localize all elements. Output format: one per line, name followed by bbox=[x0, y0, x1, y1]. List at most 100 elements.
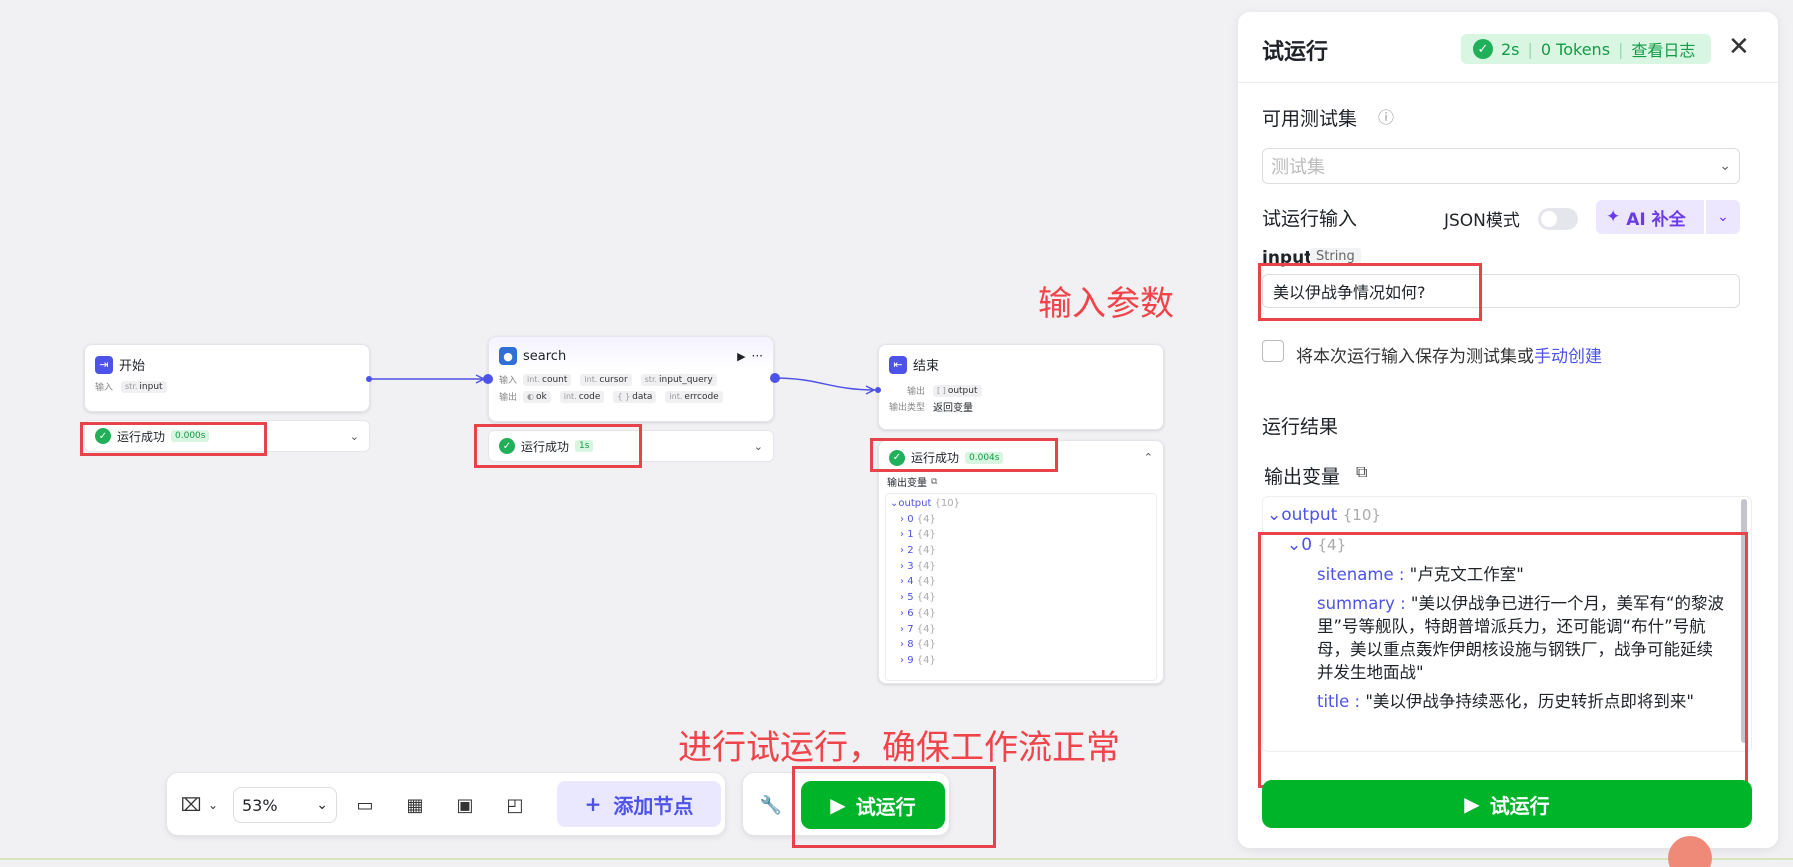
end-output-type-label: 输出类型 bbox=[889, 403, 926, 413]
start-node-title: 开始 bbox=[119, 359, 146, 374]
tree-item[interactable]: › 7 {4} bbox=[890, 622, 1152, 638]
search-input-query: str. input_query bbox=[640, 373, 717, 386]
search-node-status[interactable]: ✓ 运行成功 1s ⌄ bbox=[488, 430, 774, 462]
plus-icon: + bbox=[584, 792, 602, 816]
end-node-result[interactable]: ✓ 运行成功 0.004s ⌃ 输出变量 ⧉ ⌄output {10} › 0 … bbox=[878, 440, 1164, 684]
output-item-0-fields: sitename : "卢克文工作室" summary : "美以伊战争已进行一… bbox=[1317, 563, 1727, 713]
panel-trial-run-button[interactable]: ▶ 试运行 bbox=[1262, 780, 1752, 828]
start-node[interactable]: ⇥ 开始 输入 str. input bbox=[84, 344, 370, 412]
end-output-tree: ⌄output {10} › 0 {4} › 1 {4} › 2 {4} › 3 {4… bbox=[885, 493, 1157, 681]
zoom-select[interactable]: 53% ⌄ bbox=[233, 787, 337, 823]
image-icon[interactable]: ▣ bbox=[451, 791, 479, 819]
output-root[interactable]: ⌄output {10} bbox=[1267, 505, 1381, 525]
tree-item[interactable]: › 4 {4} bbox=[890, 574, 1152, 590]
tree-item[interactable]: › 5 {4} bbox=[890, 590, 1152, 606]
tree-item[interactable]: › 6 {4} bbox=[890, 606, 1152, 622]
chevron-down-icon[interactable]: ⌄ bbox=[754, 440, 763, 453]
copy-icon[interactable]: ⧉ bbox=[1356, 462, 1367, 482]
search-input-cursor: int. cursor bbox=[580, 373, 632, 386]
sparkle-icon: ✦ bbox=[1606, 207, 1621, 227]
testset-label: 可用测试集 bbox=[1262, 108, 1358, 130]
json-mode-toggle[interactable] bbox=[1538, 208, 1578, 230]
input-field-name: input bbox=[1262, 248, 1313, 268]
toolbar-trial-run-button[interactable]: ▶ 试运行 bbox=[801, 781, 945, 829]
chevron-down-icon[interactable]: ⌄ bbox=[1706, 200, 1740, 234]
end-node-port[interactable] bbox=[875, 387, 881, 393]
end-output-type-value: 返回变量 bbox=[933, 403, 974, 414]
start-duration-badge: 0.000s bbox=[171, 430, 210, 442]
search-node[interactable]: ● search ▶ ··· 输入 int. count int. cursor s… bbox=[488, 336, 774, 422]
start-node-port[interactable] bbox=[366, 376, 372, 382]
panel-tokens: 0 Tokens bbox=[1540, 39, 1611, 59]
start-status-text: 运行成功 bbox=[117, 429, 166, 444]
plugin-icon: ● bbox=[499, 347, 517, 365]
search-node-in-port[interactable] bbox=[483, 374, 493, 384]
tree-item[interactable]: › 9 {4} bbox=[890, 653, 1152, 669]
manual-create-link[interactable]: 手动创建 bbox=[1534, 347, 1602, 367]
output-vars-label: 输出变量 bbox=[1264, 466, 1341, 488]
scrollbar[interactable] bbox=[1741, 499, 1747, 743]
info-icon[interactable]: ⓘ bbox=[1378, 104, 1394, 128]
end-node-title: 结束 bbox=[913, 359, 940, 374]
testset-select[interactable]: 测试集 ⌄ bbox=[1262, 148, 1740, 184]
tree-root[interactable]: ⌄output {10} bbox=[890, 496, 1152, 512]
search-input-label: 输入 bbox=[499, 376, 518, 386]
search-node-out-port[interactable] bbox=[770, 373, 780, 383]
search-output-errcode: int. errcode bbox=[665, 390, 723, 403]
start-node-status[interactable]: ✓ 运行成功 0.000s ⌄ bbox=[84, 420, 370, 452]
chevron-down-icon: ⌄ bbox=[316, 797, 328, 813]
start-node-input-label: 输入 bbox=[95, 383, 114, 393]
tree-item[interactable]: › 8 {4} bbox=[890, 637, 1152, 653]
comment-icon[interactable]: ▭ bbox=[351, 791, 379, 819]
search-status-text: 运行成功 bbox=[521, 439, 570, 454]
input-field-type: String bbox=[1310, 248, 1361, 265]
success-icon: ✓ bbox=[95, 428, 111, 444]
annotation-input-params: 输入参数 bbox=[1038, 284, 1174, 324]
tree-item[interactable]: › 0 {4} bbox=[890, 512, 1152, 528]
success-icon: ✓ bbox=[889, 449, 905, 466]
search-node-title: search bbox=[523, 348, 567, 364]
chevron-up-icon[interactable]: ⌃ bbox=[1144, 451, 1153, 464]
tree-item[interactable]: › 2 {4} bbox=[890, 543, 1152, 559]
play-icon: ▶ bbox=[1464, 792, 1480, 816]
ai-fill-button[interactable]: ✦ AI 补全 bbox=[1596, 200, 1704, 234]
chevron-down-icon[interactable]: ⌄ bbox=[350, 430, 359, 443]
search-output-data: { } data bbox=[613, 390, 657, 403]
search-output-label: 输出 bbox=[499, 393, 518, 403]
search-output-ok: ◐ ok bbox=[523, 390, 551, 403]
success-icon: ✓ bbox=[499, 438, 515, 454]
search-input-count: int. count bbox=[523, 373, 572, 386]
tree-item[interactable]: › 3 {4} bbox=[890, 559, 1152, 575]
trial-input-label: 试运行输入 bbox=[1262, 208, 1358, 230]
output-json-viewer: ⌄output {10} ⌄0 {4} sitename : "卢克文工作室" … bbox=[1262, 496, 1752, 752]
ai-fill-label: AI 补全 bbox=[1626, 209, 1686, 230]
minimap-icon[interactable]: ◰ bbox=[501, 791, 529, 819]
output-item-0[interactable]: ⌄0 {4} bbox=[1287, 535, 1346, 555]
close-icon[interactable]: ✕ bbox=[1728, 32, 1750, 62]
result-label: 运行结果 bbox=[1262, 416, 1339, 438]
play-icon[interactable]: ▶ bbox=[737, 350, 745, 363]
tree-item[interactable]: › 1 {4} bbox=[890, 527, 1152, 543]
run-summary-badge[interactable]: ✓ 2s | 0 Tokens | 查看日志 bbox=[1461, 34, 1711, 64]
save-testset-text: 将本次运行输入保存为测试集或手动创建 bbox=[1296, 347, 1602, 367]
chevron-down-icon[interactable]: ⌄ bbox=[199, 791, 227, 819]
field-sitename: sitename : "卢克文工作室" bbox=[1317, 565, 1524, 584]
end-node[interactable]: ⇤ 结束 输出 [ ] output 输出类型 返回变量 bbox=[878, 344, 1164, 430]
save-testset-checkbox[interactable] bbox=[1262, 340, 1284, 362]
zoom-value: 53% bbox=[242, 795, 278, 815]
field-summary: summary : "美以伊战争已进行一个月，美军有“的黎波里”号等舰队，特朗普… bbox=[1317, 594, 1725, 682]
more-icon[interactable]: ··· bbox=[752, 349, 763, 363]
view-log-link[interactable]: 查看日志 bbox=[1631, 37, 1695, 61]
end-node-icon: ⇤ bbox=[889, 355, 907, 374]
add-node-button[interactable]: + 添加节点 bbox=[557, 781, 721, 827]
input-field[interactable]: 美以伊战争情况如何? bbox=[1262, 274, 1740, 308]
copy-icon[interactable]: ⧉ bbox=[931, 477, 937, 487]
wrench-icon[interactable]: 🔧 bbox=[757, 791, 785, 819]
bottom-divider bbox=[0, 858, 1793, 860]
testset-placeholder: 测试集 bbox=[1271, 157, 1325, 178]
search-output-code: int. code bbox=[559, 390, 605, 403]
panel-duration: 2s bbox=[1501, 39, 1520, 59]
end-output-var: [ ] output bbox=[933, 384, 982, 397]
layout-icon[interactable]: ▦ bbox=[401, 791, 429, 819]
search-duration-badge: 1s bbox=[575, 440, 594, 452]
